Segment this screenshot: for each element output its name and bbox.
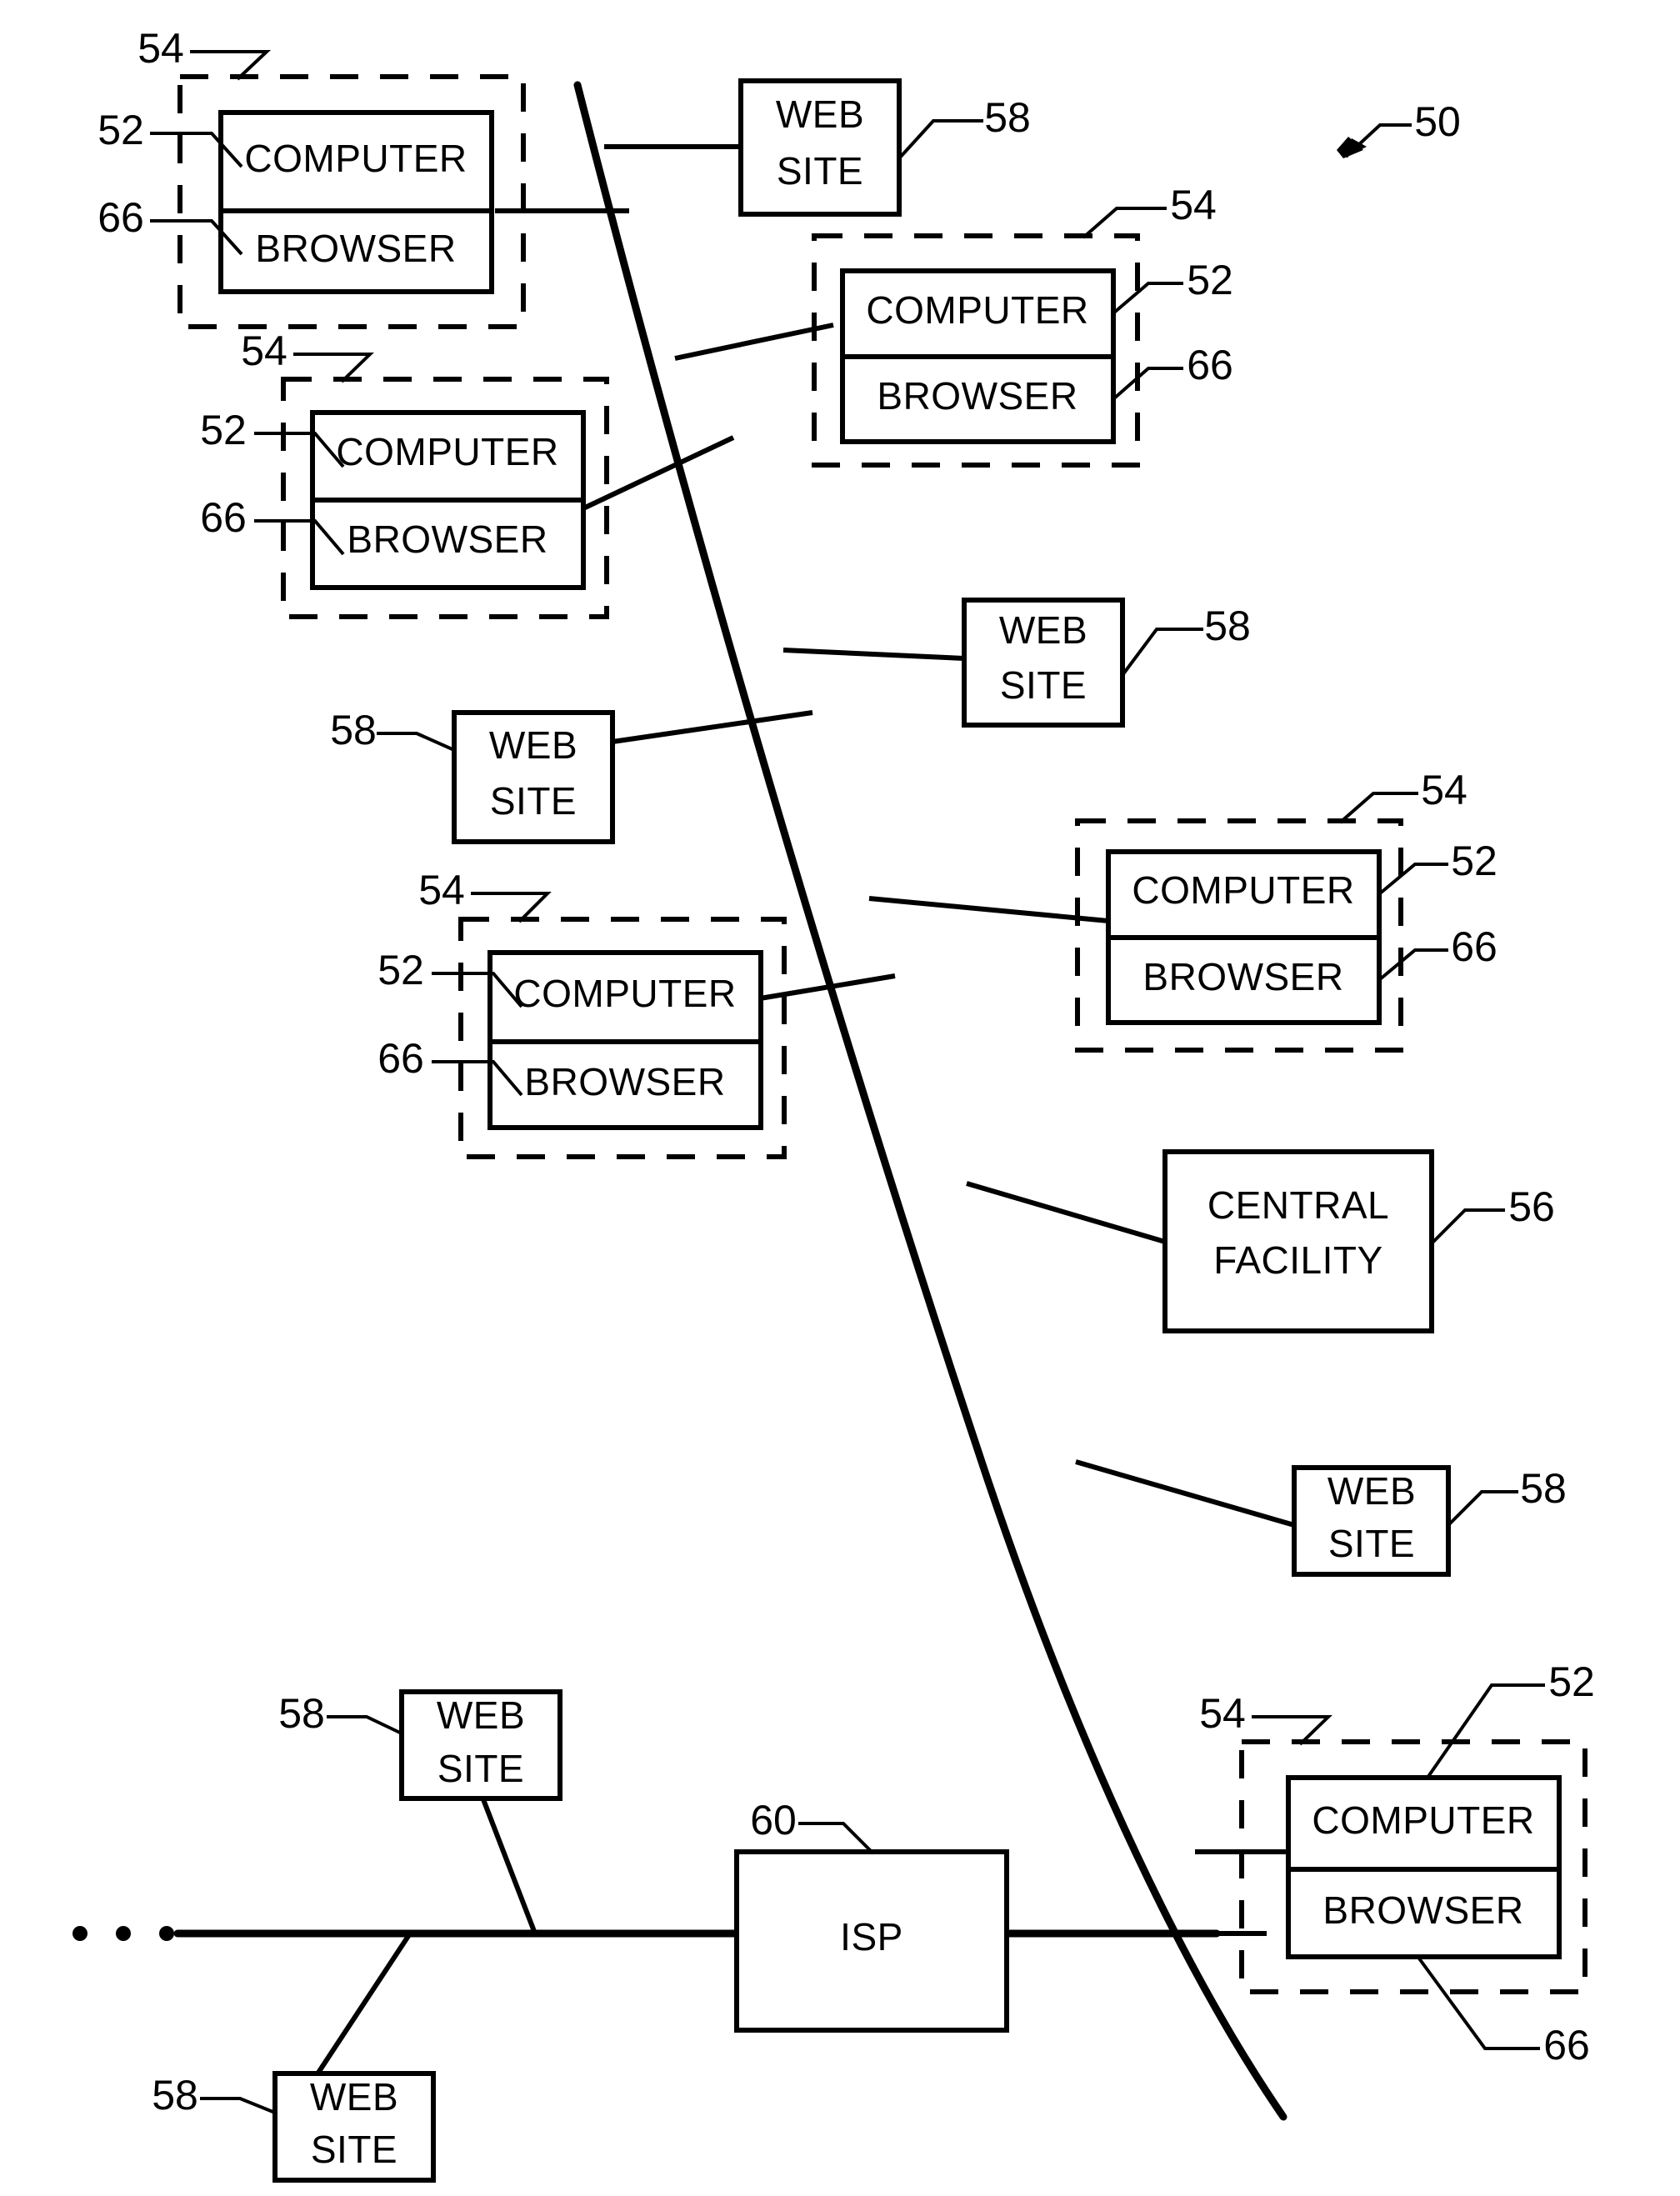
- isp-label: ISP: [840, 1915, 903, 1958]
- web-site-3-ref: 58: [330, 707, 377, 753]
- web-site-6-label-line1: WEB: [310, 2075, 398, 2118]
- web-site-2-label-line1: WEB: [999, 608, 1088, 652]
- figure-reference-50-label: 50: [1414, 98, 1461, 145]
- user-station-5-ref-54: 54: [418, 867, 465, 913]
- user-station-3-computer-label: COMPUTER: [336, 430, 558, 473]
- connection-backbone-website2: [782, 648, 965, 661]
- user-station-6-browser-label: BROWSER: [1322, 1888, 1523, 1932]
- web-site-5[interactable]: WEB SITE 58: [278, 1689, 562, 1801]
- connection-backbone-station4: [868, 896, 1109, 923]
- user-station-5-computer-label: COMPUTER: [513, 972, 736, 1015]
- user-station-1-ref-54: 54: [138, 25, 184, 72]
- user-station-4-browser-label: BROWSER: [1142, 955, 1343, 998]
- user-station-2-browser-label: BROWSER: [877, 374, 1078, 418]
- web-site-4-label-line1: WEB: [1328, 1469, 1416, 1513]
- central-facility[interactable]: CENTRAL FACILITY 56: [1162, 1149, 1555, 1333]
- user-station-6-computer-label: COMPUTER: [1312, 1798, 1534, 1842]
- user-station-6-ref-66: 66: [1543, 2022, 1590, 2068]
- web-site-2-ref: 58: [1204, 603, 1251, 649]
- user-station-3-ref-52: 52: [200, 407, 247, 453]
- web-site-1[interactable]: WEB SITE 58: [738, 78, 1031, 217]
- user-station-4-ref-52: 52: [1451, 838, 1498, 884]
- web-site-6-label-line2: SITE: [311, 2128, 398, 2171]
- user-station-4-computer-label: COMPUTER: [1132, 868, 1354, 912]
- user-station-6-ref-52: 52: [1548, 1658, 1595, 1705]
- user-station-5-ref-52: 52: [378, 947, 424, 993]
- connection-backbone-central-facility: [966, 1181, 1166, 1244]
- connection-website5-backbone: [479, 1793, 538, 1935]
- isp-ref: 60: [750, 1797, 797, 1843]
- isp-ref-leader: [798, 1822, 875, 1855]
- web-site-1-label-line2: SITE: [777, 149, 863, 193]
- web-site-3[interactable]: WEB SITE 58: [330, 707, 615, 844]
- isp[interactable]: ISP 60: [734, 1797, 1009, 2033]
- user-station-2-ref-54-leader: [1082, 207, 1167, 239]
- user-station-1[interactable]: COMPUTER BROWSER 54 52 66: [98, 25, 526, 329]
- user-station-3-browser-label: BROWSER: [347, 518, 548, 561]
- figure-reference-50: 50: [1337, 98, 1461, 158]
- connection-website6-backbone: [314, 1932, 412, 2077]
- ellipsis-dot-2: [116, 1926, 131, 1941]
- web-site-4-ref-leader: [1447, 1490, 1518, 1527]
- user-station-2-ref-52: 52: [1187, 257, 1233, 303]
- connection-backbone-station2: [674, 323, 834, 361]
- user-station-6-ref-66-leader: [1418, 1957, 1540, 2050]
- web-site-1-ref: 58: [984, 94, 1031, 141]
- web-site-3-label-line1: WEB: [489, 723, 578, 767]
- web-site-6[interactable]: WEB SITE 58: [152, 2071, 436, 2183]
- web-site-5-label-line2: SITE: [438, 1747, 524, 1790]
- patent-figure: COMPUTER BROWSER 54 52 66 WEB SITE 58 50: [0, 0, 1680, 2196]
- web-site-4-ref: 58: [1520, 1465, 1567, 1512]
- web-site-1-ref-leader: [898, 119, 983, 160]
- user-station-6[interactable]: COMPUTER BROWSER 54 52 66: [1199, 1658, 1595, 2068]
- web-site-3-label-line2: SITE: [490, 779, 577, 823]
- user-station-2-ref-66: 66: [1187, 342, 1233, 388]
- ellipsis-dot-3: [159, 1926, 174, 1941]
- central-facility-label-line2: FACILITY: [1213, 1238, 1382, 1282]
- web-site-5-label-line1: WEB: [437, 1693, 525, 1737]
- user-station-4-ref-66: 66: [1451, 923, 1498, 970]
- web-site-5-ref-leader: [327, 1715, 402, 1735]
- user-station-5-ref-66: 66: [378, 1035, 424, 1082]
- user-station-6-ref-52-leader: [1426, 1683, 1545, 1779]
- ellipsis-dot-1: [72, 1926, 88, 1941]
- web-site-6-ref-leader: [200, 2097, 276, 2114]
- user-station-4[interactable]: COMPUTER BROWSER 54 52 66: [1075, 767, 1498, 1053]
- user-station-2-ref-54: 54: [1170, 182, 1217, 228]
- user-station-4-ref-54-leader: [1338, 792, 1418, 824]
- central-facility-ref-leader: [1430, 1208, 1505, 1245]
- user-station-5-browser-label: BROWSER: [524, 1060, 725, 1103]
- user-station-2-ref-52-leader: [1112, 282, 1183, 314]
- web-site-2-ref-leader: [1121, 628, 1203, 677]
- web-site-2[interactable]: WEB SITE 58: [962, 598, 1251, 728]
- web-site-5-ref: 58: [278, 1690, 325, 1737]
- user-station-4-ref-54: 54: [1421, 767, 1468, 813]
- user-station-5[interactable]: COMPUTER BROWSER 54 52 66: [378, 867, 787, 1159]
- user-station-2-ref-66-leader: [1112, 367, 1183, 400]
- user-station-1-browser-label: BROWSER: [255, 227, 456, 270]
- user-station-1-ref-66: 66: [98, 194, 144, 241]
- connection-backbone-website4: [1075, 1459, 1295, 1528]
- web-site-4-label-line2: SITE: [1328, 1522, 1415, 1565]
- user-station-1-computer-label: COMPUTER: [244, 137, 467, 180]
- user-station-1-ref-52: 52: [98, 107, 144, 153]
- web-site-1-label-line1: WEB: [776, 93, 864, 136]
- user-station-3[interactable]: COMPUTER BROWSER 54 52 66: [200, 328, 609, 619]
- user-station-2-computer-label: COMPUTER: [866, 288, 1088, 332]
- user-station-4-ref-52-leader: [1378, 863, 1448, 895]
- central-facility-ref: 56: [1508, 1183, 1555, 1230]
- web-site-3-ref-leader: [377, 732, 455, 752]
- web-site-2-label-line2: SITE: [1000, 663, 1087, 707]
- user-station-3-ref-54: 54: [241, 328, 288, 374]
- figure-canvas: COMPUTER BROWSER 54 52 66 WEB SITE 58 50: [72, 25, 1595, 2183]
- central-facility-label-line1: CENTRAL: [1208, 1183, 1389, 1227]
- web-site-6-ref: 58: [152, 2072, 198, 2118]
- user-station-2[interactable]: COMPUTER BROWSER 54 52 66: [812, 182, 1233, 468]
- user-station-6-ref-54: 54: [1199, 1690, 1246, 1737]
- user-station-4-ref-66-leader: [1378, 948, 1448, 981]
- user-station-3-ref-66: 66: [200, 494, 247, 541]
- connection-website3-backbone: [612, 710, 813, 744]
- web-site-4[interactable]: WEB SITE 58: [1292, 1465, 1567, 1577]
